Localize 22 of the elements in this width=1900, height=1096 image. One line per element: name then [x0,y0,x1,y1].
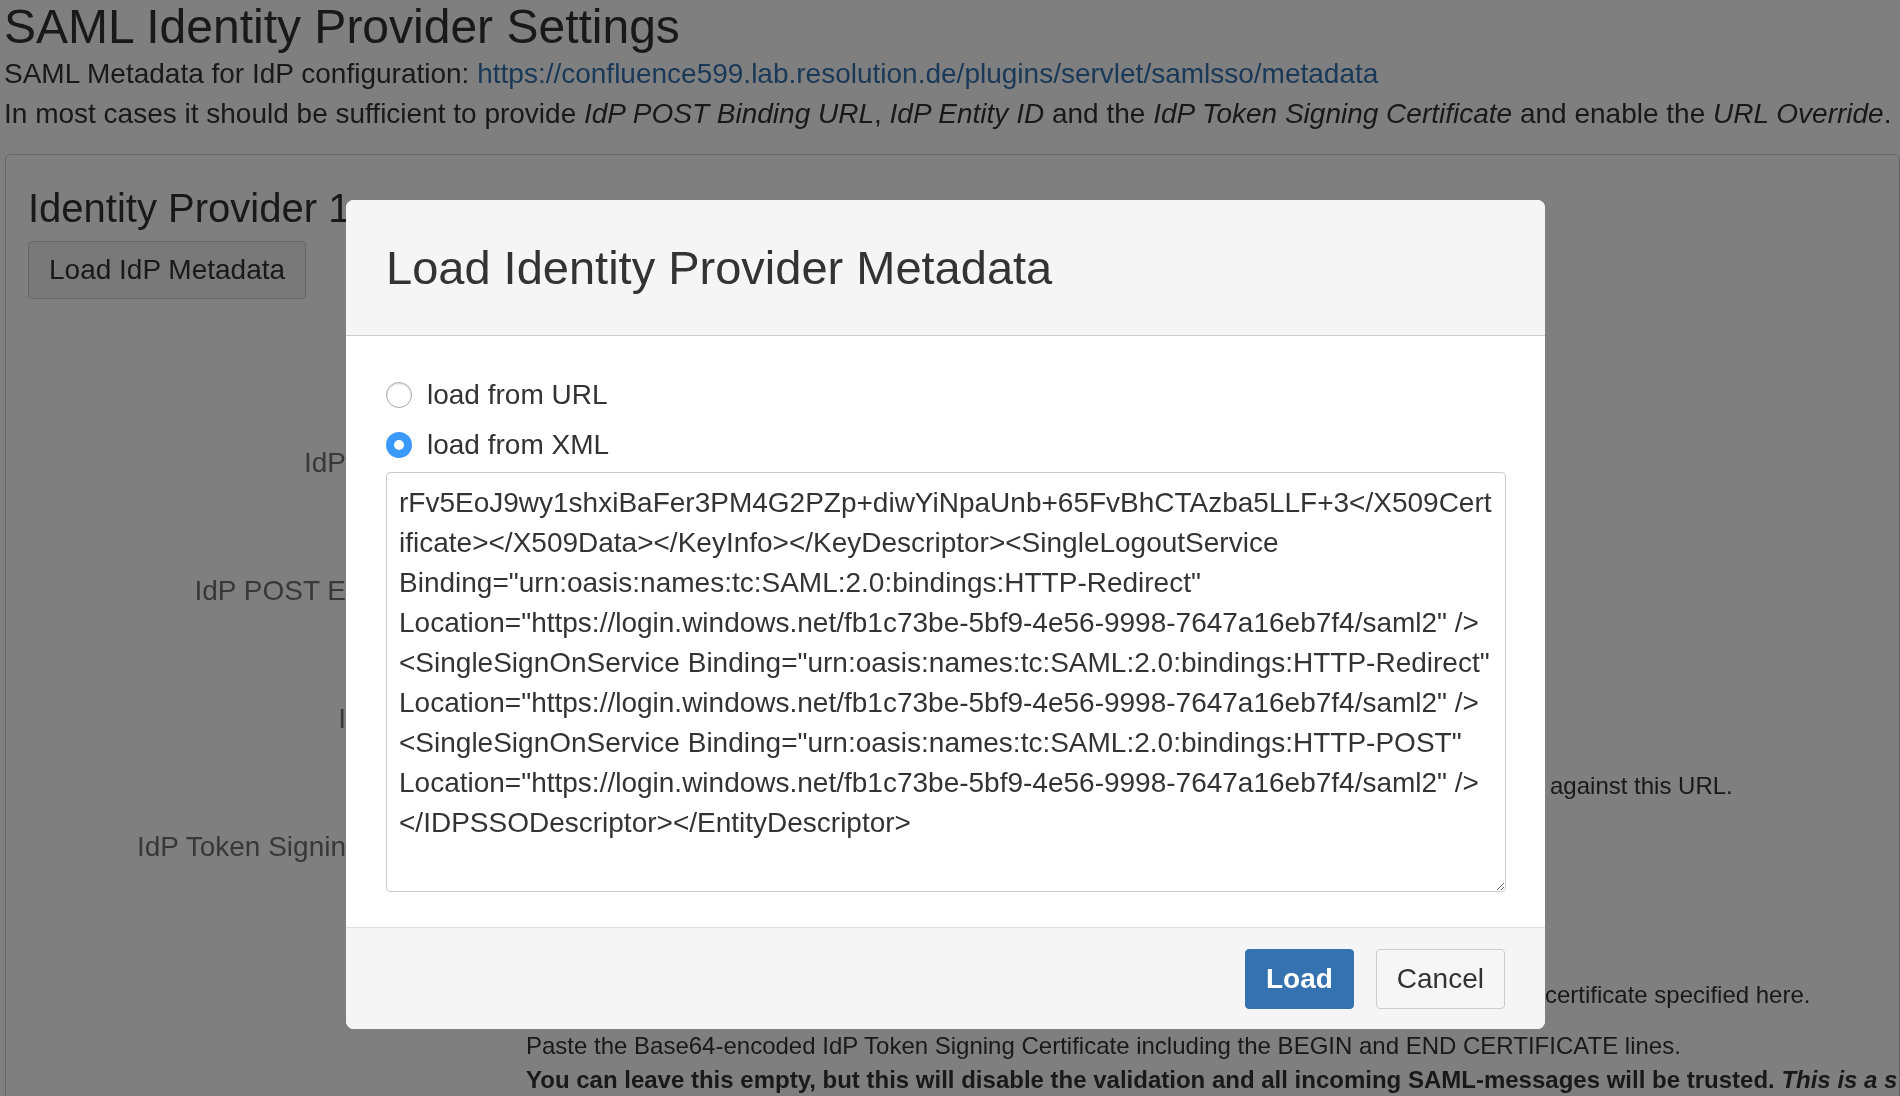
load-metadata-button[interactable]: Load IdP Metadata [28,241,307,299]
metadata-label: SAML Metadata for IdP configuration: [4,58,470,89]
help-text: certificate specified here. [1545,980,1812,1010]
radio-icon[interactable] [386,432,412,458]
dialog-title: Load Identity Provider Metadata [386,240,1054,296]
cancel-button[interactable]: Cancel [1375,948,1505,1009]
xml-field[interactable]: rFv5EoJ9wy1shxiBaFer3PM4G2PZp+diwYiNpaUnb+65FvBhCTAzba5LLF+3</X509Certificate></X509Data></KeyInfo></KeyDescriptor><SingleLogoutService Binding="urn:oasis:names:tc:SAML:2.0:bindings:HTTP-Redirect" Location="https://login.windows.net/fb1c73be-5bf9-4e56-9998-7647a16eb7f4/saml2" /><SingleSignOnService Binding="urn:oasis:names:tc:SAML:2.0:bindings:HTTP-Redirect" Location="https://login.windows.net/fb1c73be-5bf9-4e56-9998-7647a16eb7f4/saml2" /><SingleSignOnService Binding="urn:oasis:names:tc:SAML:2.0:bindings:HTTP-POST" Location="https://login.windows.net/fb1c73be-5bf9-4e56-9998-7647a16eb7f4/saml2" /></IDPSSODescriptor></EntityDescriptor> [386,472,1506,892]
help-text: against this URL. [1550,771,1734,801]
radio-option[interactable]: load from URL [386,370,1505,420]
option-label: load from XML [427,429,610,461]
field-label: I [338,702,346,736]
field-label: IdP [303,446,346,480]
page-title: SAML Identity Provider Settings [4,0,681,54]
radio-icon[interactable] [386,382,412,408]
field-label: IdP Token Signin [136,830,346,864]
field-label: IdP POST E [194,574,346,608]
load-button[interactable]: Load [1244,948,1354,1009]
option-label: load from URL [427,379,608,411]
radio-option[interactable]: load from XML [386,420,1505,470]
help-text: Paste the Base64-encoded IdP Token Signing Certificate including the BEGIN and END CERTIFICATE lines. [526,1031,1682,1061]
warning-text: You can leave this empty, but this will disable the validation and all incoming SAML-messages will be trusted. This is a s [526,1065,1898,1095]
intro-text: In most cases it should be sufficient to provide IdP POST Binding URL, IdP Entity ID and the IdP Token Signing Certificate and enable the URL Override. [4,97,1893,131]
